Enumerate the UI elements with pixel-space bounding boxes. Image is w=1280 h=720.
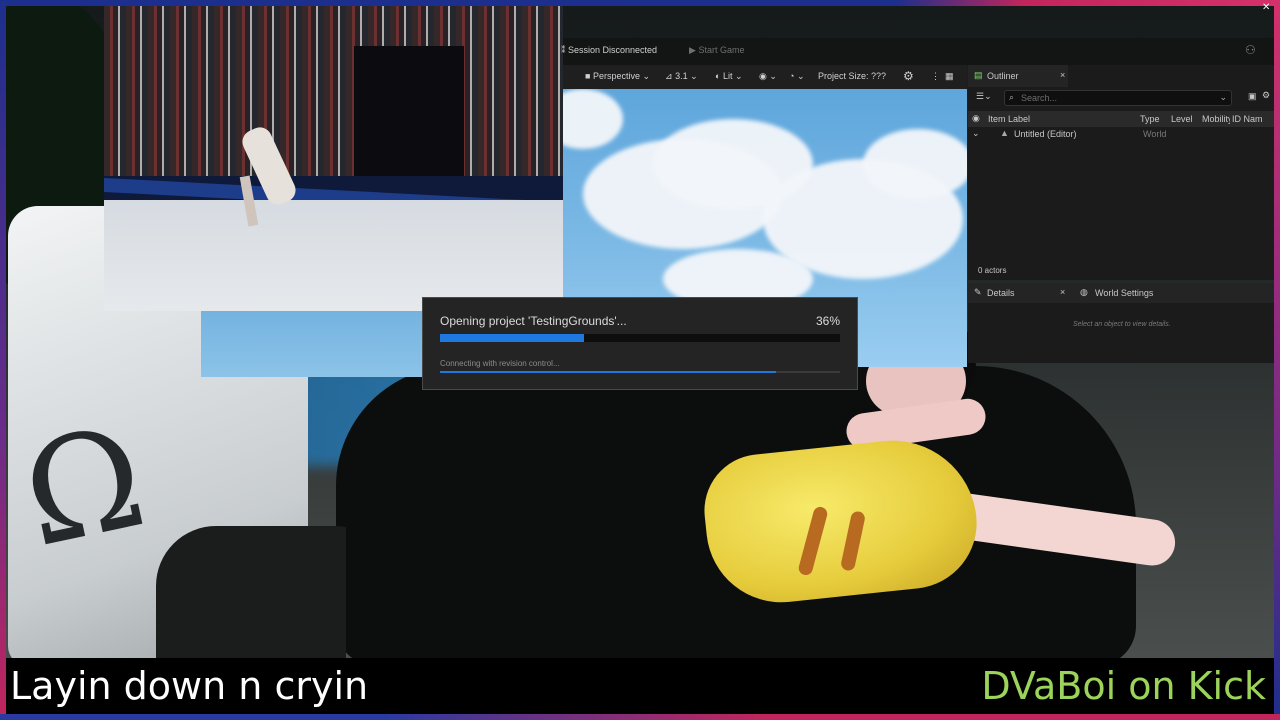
gym-floor	[104, 200, 563, 311]
outliner-icon: ▤	[974, 70, 983, 80]
chair-armrest	[156, 526, 346, 658]
add-folder-icon[interactable]: ▣	[1248, 91, 1257, 102]
eye-icon: ◉	[759, 71, 767, 81]
pencil-icon: ✎	[974, 287, 982, 297]
camera-icon: ■	[585, 71, 591, 81]
frame-border-right	[1274, 0, 1280, 720]
close-icon[interactable]: ×	[1060, 287, 1065, 297]
progress-sub-status: Connecting with revision control...	[440, 359, 560, 368]
chevron-down-icon[interactable]: ⌄	[1219, 92, 1227, 103]
layout-grid-icon[interactable]: ▦	[945, 71, 954, 82]
chevron-down-icon[interactable]: ⌄	[972, 128, 980, 139]
details-empty-message: Select an object to view details.	[1073, 321, 1171, 328]
lit-sphere-icon: ◐	[715, 71, 721, 81]
cloud	[863, 129, 967, 199]
settings-gear-icon[interactable]: ⚙	[903, 69, 914, 83]
sub-progress-bar	[440, 371, 840, 373]
close-icon[interactable]: ✕	[1262, 2, 1270, 13]
progress-bar	[440, 334, 840, 342]
frame-border-top	[0, 0, 1280, 6]
speed-icon: ⊿	[665, 71, 673, 81]
column-id-name[interactable]: ID Name	[1232, 114, 1262, 124]
start-game-label: Start Game	[698, 45, 745, 55]
scalability-dropdown[interactable]: ◔ ⌄	[789, 71, 804, 82]
project-size-label: Project Size: ???	[818, 71, 887, 81]
column-level[interactable]: Level	[1171, 114, 1193, 124]
frame-border-bottom	[0, 714, 1280, 720]
stream-caption-bar: Layin down n cryin DVaBoi on Kick	[6, 658, 1274, 714]
gymnastics-video	[104, 6, 563, 311]
settings-icon[interactable]: ⚙	[1262, 90, 1270, 101]
more-options-icon[interactable]: ⋮	[931, 71, 940, 82]
start-game-button[interactable]: ▶ Start Game	[689, 45, 744, 56]
perspective-dropdown[interactable]: ■ Perspective ⌄	[585, 71, 650, 82]
table-row[interactable]: ⌄ ▲ Untitled (Editor) World	[968, 128, 1274, 142]
camera-speed-dropdown[interactable]: ⊿ 3.1 ⌄	[665, 71, 698, 82]
close-icon[interactable]: ×	[1060, 70, 1065, 80]
row-label: Untitled (Editor)	[1014, 129, 1077, 139]
globe-icon: ◍	[1080, 287, 1088, 297]
visibility-icon[interactable]: ◉	[972, 113, 980, 124]
actor-count: 0 actors	[978, 266, 1007, 275]
stream-title: Layin down n cryin	[10, 664, 369, 708]
gauge-icon: ◔	[789, 71, 795, 81]
show-flags-dropdown[interactable]: ◉ ⌄	[759, 71, 777, 82]
channel-name: DVaBoi on Kick	[981, 664, 1266, 708]
outliner-search-input[interactable]: ⌕ Search... ⌄	[1004, 90, 1232, 106]
details-panel: ✎ Details × ◍ World Settings Select an o…	[968, 283, 1274, 363]
session-status[interactable]: ⁑ Session Disconnected	[561, 45, 657, 56]
progress-percent: 36%	[815, 314, 840, 328]
arena-crowd	[104, 6, 563, 186]
tab-details[interactable]: Details	[987, 288, 1015, 298]
details-tab-bar: ✎ Details × ◍ World Settings	[968, 283, 1274, 303]
lit-label: Lit	[722, 71, 733, 81]
cloud	[563, 89, 623, 149]
multiplayer-icon[interactable]: ⚇	[1245, 43, 1256, 57]
outliner-tab-label: Outliner	[987, 71, 1019, 81]
search-icon: ⌕	[1009, 92, 1015, 102]
tab-world-settings[interactable]: World Settings	[1095, 288, 1153, 298]
frame-border-left	[0, 0, 6, 720]
view-mode-dropdown[interactable]: ◐ Lit ⌄	[715, 71, 743, 82]
sub-progress-fill	[440, 371, 776, 373]
viewport-toolbar: ■ Perspective ⌄ ⊿ 3.1 ⌄ ◐ Lit ⌄ ◉ ⌄ ◔ ⌄ …	[563, 65, 967, 89]
column-type[interactable]: Type	[1140, 114, 1160, 124]
column-mobility[interactable]: Mobility	[1202, 114, 1230, 124]
progress-title: Opening project 'TestingGrounds'...	[440, 314, 627, 328]
column-item-label[interactable]: Item Label	[988, 114, 1030, 124]
filter-icon[interactable]: ☰⌄	[976, 91, 992, 102]
outliner-column-header: ◉ Item Label Type Level Mobility ID Name	[968, 111, 1274, 127]
perspective-label: Perspective	[592, 71, 640, 81]
disconnect-icon: ⁑	[561, 45, 566, 55]
row-type: World	[1143, 129, 1167, 139]
tab-outliner[interactable]: ▤ Outliner ×	[968, 65, 1068, 87]
play-icon: ▶	[689, 45, 696, 55]
speed-label: 3.1	[675, 71, 688, 81]
progress-bar-fill	[440, 334, 584, 342]
arena-pillar	[354, 46, 464, 176]
search-placeholder: Search...	[1021, 93, 1058, 103]
outliner-panel: ▤ Outliner × ☰⌄ ⌕ Search... ⌄ ▣ ⚙ ◉ Item…	[968, 65, 1274, 280]
progress-dialog: Opening project 'TestingGrounds'... 36% …	[422, 297, 858, 390]
session-label: Session Disconnected	[568, 45, 658, 55]
editor-top-bar: ⁑ Session Disconnected ▶ Start Game ⚇	[561, 38, 1274, 65]
world-icon: ▲	[1000, 128, 1009, 138]
